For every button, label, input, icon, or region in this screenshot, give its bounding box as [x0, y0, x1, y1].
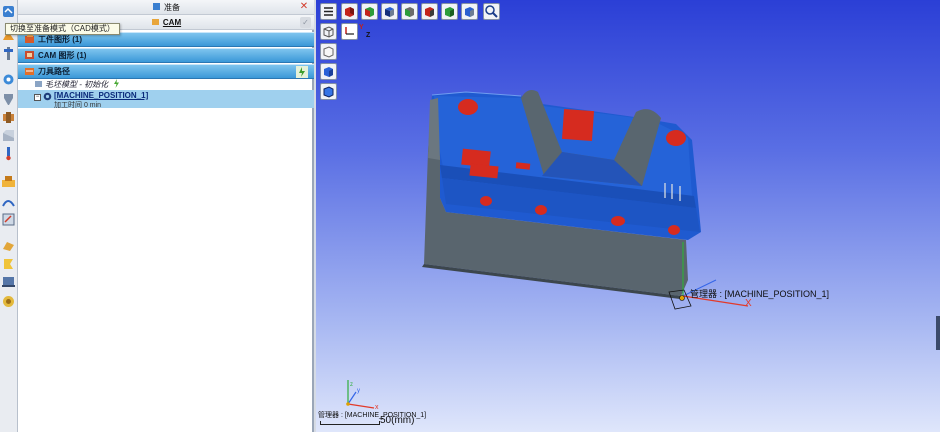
holder-icon[interactable] [1, 110, 16, 125]
tree-item-stock[interactable]: 毛坯模型 - 初始化 [18, 79, 314, 90]
red-circle-4 [535, 205, 547, 215]
collapse-icon[interactable]: − [34, 94, 41, 101]
left-toolbar [0, 0, 18, 432]
verify-icon[interactable] [1, 294, 16, 309]
cam-manager-panel: 准备 ✕ CAM ✓ 工件图形 (1) CAM 图形 (1) 刀具路径 毛坯模型… [18, 0, 314, 432]
simulate-icon[interactable] [1, 238, 16, 253]
triad-y-label: y [357, 388, 360, 394]
machine-position-label: [MACHINE_POSITION_1] [54, 91, 149, 100]
section-workpiece-label: 工件图形 (1) [38, 35, 82, 44]
stock-model-icon [34, 79, 43, 88]
probe-icon[interactable] [1, 146, 16, 161]
stock-icon[interactable] [1, 128, 16, 143]
tab-cam-label: CAM [162, 18, 182, 27]
tree-stock-label: 毛坯模型 - 初始化 [45, 80, 109, 89]
red-circle-3 [480, 196, 492, 206]
cam-shape-icon [24, 49, 35, 60]
red-circle-6 [668, 225, 680, 235]
red-rect-top [561, 108, 595, 142]
part-model: X z y x [346, 90, 752, 411]
red-circle-2 [666, 130, 686, 146]
machining-time: 加工时间 0 min [54, 102, 102, 109]
drill-icon[interactable] [1, 92, 16, 107]
close-icon[interactable]: ✕ [298, 0, 310, 14]
machine-icon[interactable] [1, 174, 16, 189]
section-toolpath[interactable]: 刀具路径 [18, 64, 314, 79]
red-circle-1 [458, 99, 478, 115]
tab-prep[interactable]: 准备 ✕ [18, 0, 314, 15]
machine-position-tag: 管理器 : [MACHINE_POSITION_1] [690, 289, 830, 299]
triad-x [347, 403, 375, 409]
section-cam-shape[interactable]: CAM 图形 (1) [18, 48, 314, 63]
tooltip: 切换至准备模式（CAD模式） [5, 23, 120, 35]
cam-wizard-icon[interactable] [1, 72, 16, 87]
lightning-icon [112, 79, 121, 88]
lightning-icon[interactable] [296, 66, 308, 78]
section-cam-shape-label: CAM 图形 (1) [38, 51, 87, 60]
prep-tab-icon [152, 1, 161, 10]
triad-z-label: z [350, 382, 353, 388]
tab-prep-label: 准备 [164, 3, 180, 12]
scale-label: 50(mm) [380, 415, 415, 426]
triad-origin [346, 402, 350, 406]
scale-bar [320, 421, 380, 425]
viewport-resize-handle[interactable] [936, 316, 940, 350]
post-icon[interactable] [1, 274, 16, 289]
prep-mode-icon[interactable] [1, 4, 16, 19]
check-icon[interactable]: ✓ [300, 17, 311, 28]
red-circle-5 [611, 216, 625, 226]
report-icon[interactable] [1, 256, 16, 271]
triad-y [347, 391, 357, 405]
toolpath-icon [24, 65, 35, 76]
cam-tab-icon [151, 16, 160, 25]
machine-position-icon [43, 92, 52, 101]
part-left-pocket-wall [428, 98, 440, 160]
tree-item-machine-position[interactable]: − [MACHINE_POSITION_1] 加工时间 0 min [18, 90, 314, 109]
transform-icon[interactable] [1, 212, 16, 227]
3d-viewport[interactable]: Y Z X z y x 管理器: [MACHINE_POSITION_1] 管… [316, 0, 940, 432]
tool-icon[interactable] [1, 46, 16, 61]
section-toolpath-label: 刀具路径 [38, 67, 70, 76]
machine-origin-point [679, 295, 685, 301]
path-edit-icon[interactable] [1, 194, 16, 209]
